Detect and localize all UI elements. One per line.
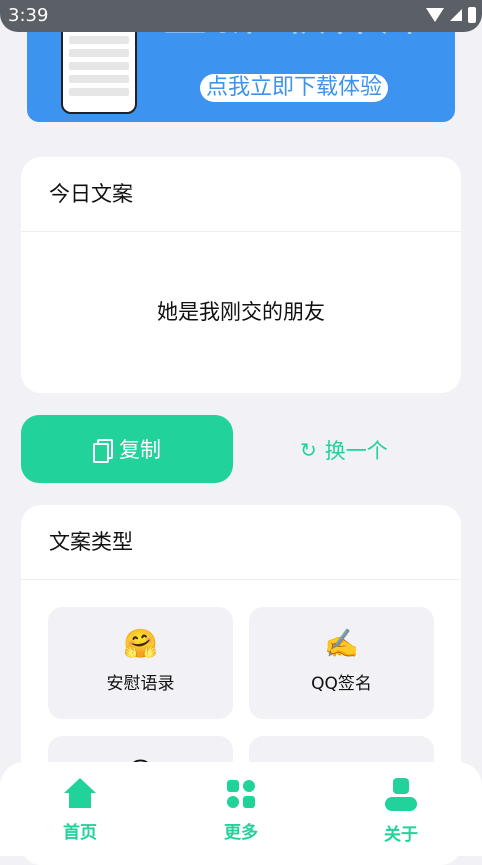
card-title: 今日文案 — [21, 157, 461, 232]
tab-label: 更多 — [224, 823, 258, 843]
refresh-button[interactable]: ↻ 换一个 — [300, 430, 388, 470]
bottom-tab-bar: 首页 更多 关于 — [0, 762, 482, 856]
refresh-icon: ↻ — [300, 438, 317, 462]
download-cta[interactable]: 点我立即下载体验 — [200, 74, 389, 102]
wifi-icon — [426, 8, 444, 22]
refresh-button-label: 换一个 — [324, 439, 388, 463]
copy-button[interactable]: 复制 — [21, 415, 233, 483]
signal-icon — [450, 9, 462, 21]
home-icon — [64, 778, 96, 810]
battery-icon — [468, 7, 476, 23]
copy-button-label: 复制 — [119, 438, 161, 462]
daily-copy-card: 今日文案 她是我刚交的朋友 — [21, 157, 461, 393]
tab-label: 关于 — [384, 825, 418, 845]
more-icon — [225, 778, 257, 810]
type-tile-comfort[interactable]: 🤗 安慰语录 — [48, 607, 233, 719]
card-title: 文案类型 — [21, 505, 461, 580]
status-bar: 3:39 — [0, 0, 482, 32]
copy-icon — [93, 439, 113, 463]
tab-home[interactable]: 首页 — [40, 778, 120, 843]
tab-more[interactable]: 更多 — [201, 778, 281, 843]
hugging-face-icon: 🤗 — [123, 627, 158, 660]
writing-hand-icon: ✍️ — [324, 627, 359, 660]
daily-copy-text: 她是我刚交的朋友 — [157, 300, 325, 324]
status-time: 3:39 — [8, 5, 49, 26]
type-tile-qq[interactable]: ✍️ QQ签名 — [249, 607, 434, 719]
status-icons — [426, 7, 476, 23]
tab-about[interactable]: 关于 — [361, 778, 441, 845]
user-icon — [385, 778, 417, 812]
type-label: QQ签名 — [311, 674, 372, 694]
type-label: 安慰语录 — [106, 674, 175, 694]
tab-label: 首页 — [63, 823, 97, 843]
